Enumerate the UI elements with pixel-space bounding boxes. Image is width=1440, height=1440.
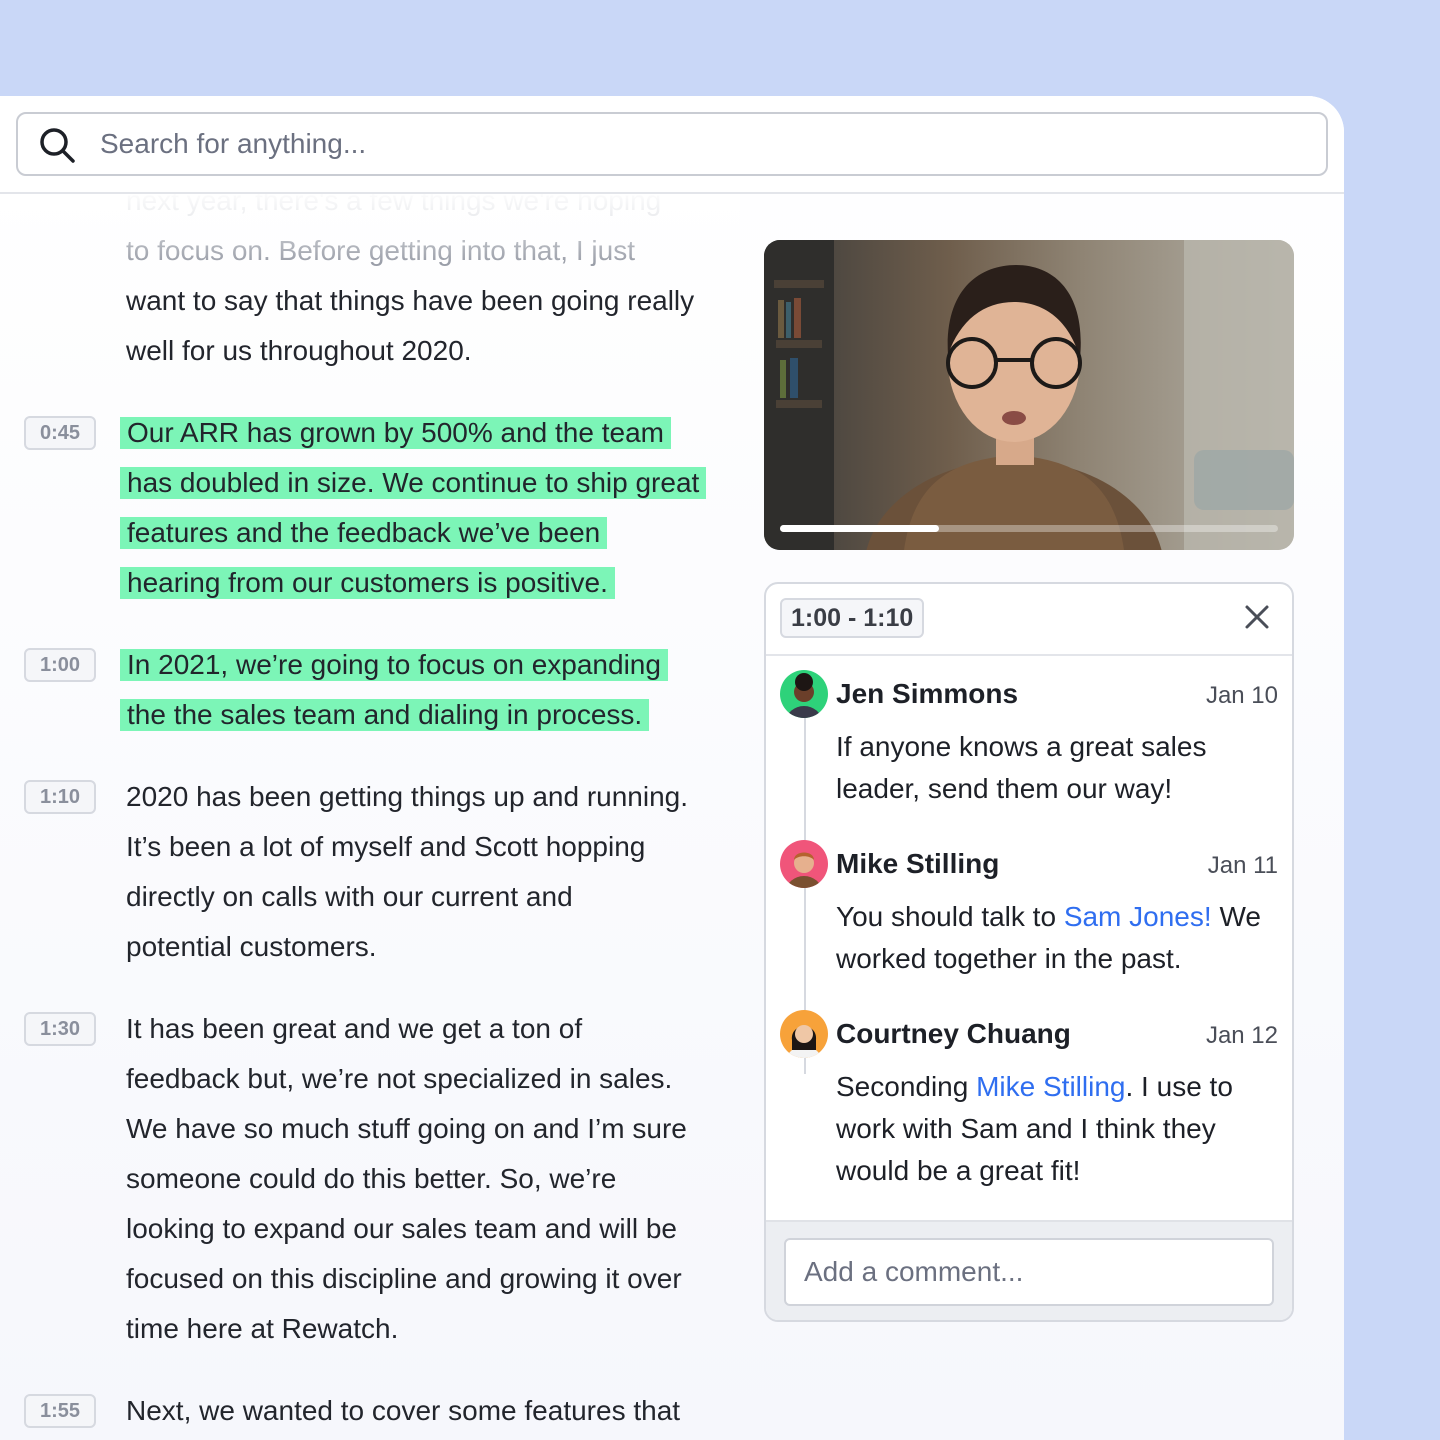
transcript-line: We have so much stuff going on and I’m s… [126,1113,687,1144]
comments-header: 1:00 - 1:10 [766,584,1292,656]
transcript-line: Next, we wanted to cover some features t… [126,1395,681,1426]
transcript-line: feedback but, we’re not specialized in s… [126,1063,673,1094]
video-progress-fill [780,525,940,532]
search-bar [0,96,1344,194]
transcript-line: It’s been a lot of myself and Scott hopp… [126,831,646,862]
transcript-line: time here at Rewatch. [126,1313,399,1344]
user-mention[interactable]: Mike Stilling [976,1071,1125,1102]
search-input[interactable] [100,122,1300,166]
comment-author[interactable]: Courtney Chuang [836,1018,1071,1050]
video-player[interactable] [764,240,1294,550]
comments-footer [766,1220,1292,1320]
search-box[interactable] [16,112,1328,176]
transcript-line: 2020 has been getting things up and runn… [126,781,689,812]
transcript-line: looking to expand our sales team and wil… [126,1213,678,1244]
comment-date: Jan 12 [1205,1022,1278,1049]
transcript-line-highlighted: Our ARR has grown by 500% and the team [120,417,671,449]
transcript-line: well for us throughout 2020. [126,335,472,366]
video-progress-bar[interactable] [780,525,1278,532]
avatar [780,1010,828,1058]
comment-text: You should talk to Sam Jones! We worked … [836,901,1261,974]
comment-date: Jan 11 [1207,852,1278,879]
user-mention[interactable]: Sam Jones! [1064,901,1212,932]
comment-author[interactable]: Mike Stilling [836,848,999,880]
transcript-panel: next year, there's a few things we're ho… [0,96,740,1440]
transcript-line: want to say that things have been going … [126,285,695,316]
avatar [780,840,828,888]
avatar [780,670,828,718]
timestamp-badge[interactable]: 0:45 [24,416,96,450]
search-icon [40,128,75,163]
transcript-line-highlighted: features and the feedback we’ve been [120,517,608,549]
timestamp-badge[interactable]: 1:10 [24,780,96,814]
video-frame-person [764,240,1294,550]
transcript-line: focused on this discipline and growing i… [126,1263,682,1294]
transcript-line: someone could do this better. So, we’re [126,1163,617,1194]
avatar-courtney-image [780,1010,828,1058]
close-icon[interactable] [1242,602,1272,632]
timestamp-badge[interactable]: 1:00 [24,648,96,682]
transcript-line-highlighted: In 2021, we’re going to focus on expandi… [120,649,668,681]
comment-author[interactable]: Jen Simmons [836,678,1018,710]
comments-panel: 1:00 - 1:10 Jen Simmons Jan 10 If anyone… [764,582,1294,1322]
comment-date: Jan 10 [1205,682,1278,709]
timestamp-badge[interactable]: 1:55 [24,1394,96,1428]
avatar-mike-image [780,840,828,888]
comment-text: Seconding Mike Stilling. I use to work w… [836,1071,1233,1186]
comment-input[interactable] [784,1238,1274,1306]
transcript-line: It has been great and we get a ton of [126,1013,583,1044]
transcript-line-highlighted: has doubled in size. We continue to ship… [120,467,707,499]
app-window: next year, there's a few things we're ho… [0,96,1344,1440]
transcript-line: to focus on. Before getting into that, I… [126,235,635,266]
comment-text: If anyone knows a great sales leader, se… [836,731,1207,804]
transcript-line-highlighted: hearing from our customers is positive. [120,567,615,599]
transcript-line-highlighted: the the sales team and dialing in proces… [120,699,650,731]
transcript-line: directly on calls with our current and [126,881,573,912]
timestamp-badge[interactable]: 1:30 [24,1012,96,1046]
time-range-badge: 1:00 - 1:10 [780,598,925,638]
avatar-jen-image [780,670,828,718]
transcript-line: potential customers. [126,931,377,962]
